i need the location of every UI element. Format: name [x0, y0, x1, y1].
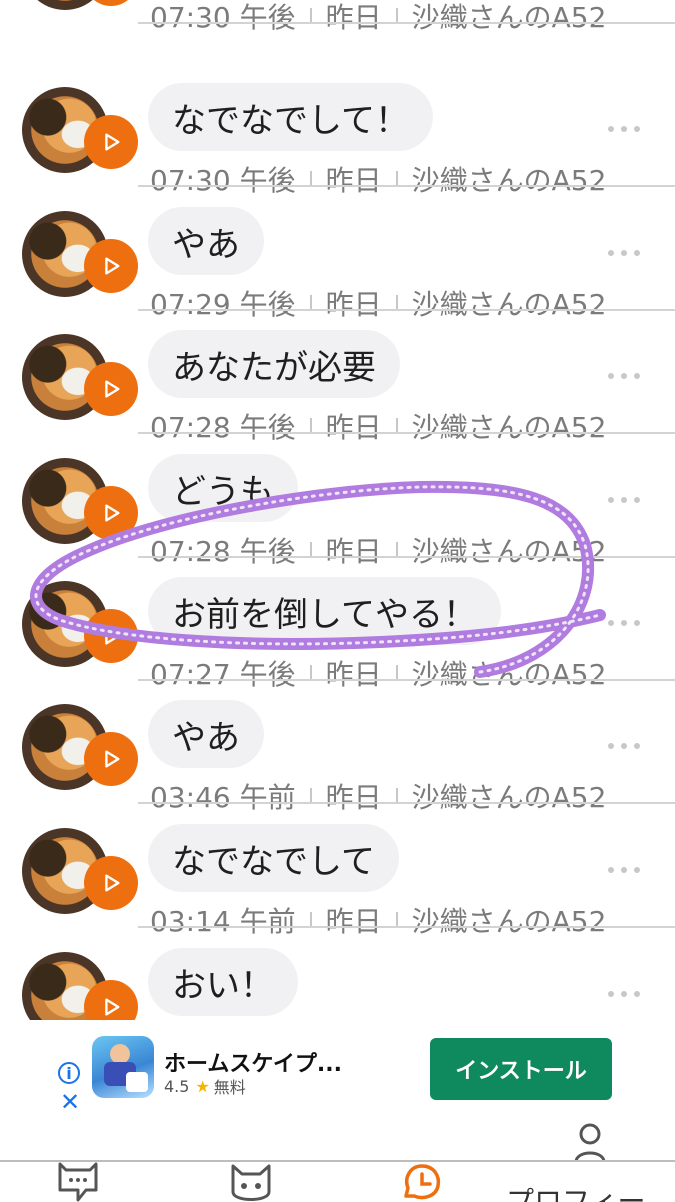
more-dots-icon[interactable] — [608, 247, 644, 257]
cat-chat-icon — [58, 1162, 98, 1202]
play-button[interactable] — [84, 980, 138, 1020]
play-button[interactable] — [84, 732, 138, 786]
message-row[interactable]: なでなでして 03:14 午前 昨日 沙織さんのA52 — [0, 804, 675, 938]
more-dots-icon[interactable] — [608, 740, 644, 750]
app-icon[interactable] — [92, 1036, 154, 1098]
nav-chat[interactable] — [56, 1162, 100, 1202]
ad-rating: 4.5 — [164, 1076, 190, 1096]
play-button[interactable] — [84, 239, 138, 293]
info-icon[interactable]: i — [58, 1062, 80, 1084]
install-button[interactable]: インストール — [430, 1038, 612, 1100]
message-row[interactable]: なでなでして！ 07:30 午後 昨日 沙織さんのA52 — [0, 63, 675, 197]
cat-face-icon — [231, 1164, 271, 1201]
message-row[interactable]: お前を倒してやる！ 07:27 午後 昨日 沙織さんのA52 — [0, 557, 675, 691]
message-row[interactable]: あなたが必要 07:28 午後 昨日 沙織さんのA52 — [0, 310, 675, 444]
person-icon[interactable] — [570, 1122, 610, 1162]
message-row[interactable]: 07:30 午後 昨日 沙織さんのA52 — [0, 0, 675, 34]
more-dots-icon[interactable] — [608, 617, 644, 627]
play-icon — [105, 750, 120, 768]
more-dots-icon[interactable] — [608, 988, 644, 998]
message-bubble[interactable]: なでなでして！ — [148, 83, 433, 151]
nav-cat[interactable] — [228, 1162, 274, 1202]
play-icon — [105, 627, 120, 645]
message-row[interactable]: やあ 03:46 午前 昨日 沙織さんのA52 — [0, 680, 675, 814]
message-bubble[interactable]: おい！ — [148, 948, 298, 1016]
play-icon — [105, 874, 120, 892]
play-button[interactable] — [84, 486, 138, 540]
play-icon — [105, 257, 120, 275]
message-bubble[interactable]: やあ — [148, 700, 264, 768]
play-button[interactable] — [84, 0, 138, 6]
play-button[interactable] — [84, 856, 138, 910]
message-time: 07:30 午後 — [150, 1, 296, 34]
message-meta: 07:30 午後 昨日 沙織さんのA52 — [150, 0, 650, 36]
play-icon — [105, 380, 120, 398]
play-button[interactable] — [84, 362, 138, 416]
play-icon — [105, 504, 120, 522]
more-dots-icon[interactable] — [608, 494, 644, 504]
play-button[interactable] — [84, 609, 138, 663]
row-divider — [138, 22, 675, 24]
message-bubble[interactable]: なでなでして — [148, 824, 399, 892]
nav-profile[interactable]: プロフィー — [504, 1162, 664, 1202]
message-row[interactable]: どうも 07:28 午後 昨日 沙織さんのA52 — [0, 434, 675, 568]
nav-profile-label: プロフィー — [506, 1185, 646, 1202]
message-bubble[interactable]: お前を倒してやる！ — [148, 577, 501, 645]
close-icon[interactable]: ✕ — [60, 1090, 80, 1114]
message-bubble[interactable]: どうも — [148, 454, 298, 522]
clock-icon — [404, 1164, 441, 1200]
message-device: 沙織さんのA52 — [411, 1, 607, 34]
bottom-nav: プロフィー — [0, 1160, 675, 1202]
star-icon: ★ — [195, 1076, 210, 1096]
message-row[interactable]: おい！ — [0, 928, 675, 1020]
message-bubble[interactable]: やあ — [148, 207, 264, 275]
play-icon — [105, 998, 120, 1016]
more-dots-icon[interactable] — [608, 370, 644, 380]
message-row[interactable]: やあ 07:29 午後 昨日 沙織さんのA52 — [0, 187, 675, 321]
ad-price: 無料 — [213, 1078, 246, 1097]
play-icon — [105, 133, 120, 151]
nav-history[interactable] — [400, 1162, 444, 1202]
more-dots-icon[interactable] — [608, 864, 644, 874]
more-dots-icon[interactable] — [608, 123, 644, 133]
message-day: 昨日 — [325, 1, 382, 34]
message-list[interactable]: 07:30 午後 昨日 沙織さんのA52 なでなでして！ 07:30 午後 昨日… — [0, 0, 675, 1020]
ad-meta: 4.5 ★ 無料 — [164, 1074, 246, 1098]
play-button[interactable] — [84, 115, 138, 169]
message-bubble[interactable]: あなたが必要 — [148, 330, 400, 398]
